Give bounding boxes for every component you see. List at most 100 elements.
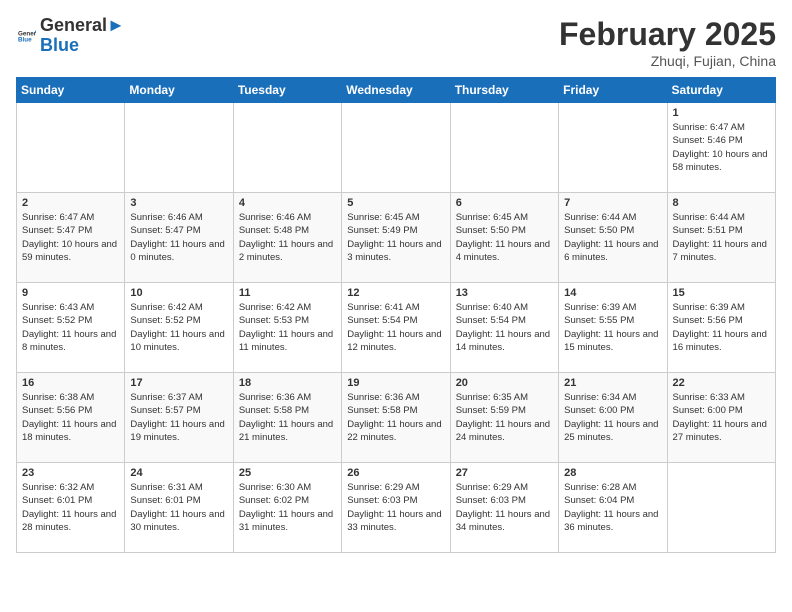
calendar-cell: 23Sunrise: 6:32 AM Sunset: 6:01 PM Dayli… xyxy=(17,463,125,553)
calendar-week-2: 2 Sunrise: 6:47 AM Sunset: 5:47 PM Daylig… xyxy=(17,193,776,283)
calendar-cell xyxy=(125,103,233,193)
calendar-cell: 5 Sunrise: 6:45 AM Sunset: 5:49 PM Daylig… xyxy=(342,193,450,283)
location: Zhuqi, Fujian, China xyxy=(559,53,776,69)
day-info: Sunrise: 6:35 AM Sunset: 5:59 PM Dayligh… xyxy=(456,391,553,444)
calendar-cell xyxy=(233,103,341,193)
calendar-cell: 18Sunrise: 6:36 AM Sunset: 5:58 PM Dayli… xyxy=(233,373,341,463)
calendar-cell: 26 Sunrise: 6:29 AM Sunset: 6:03 PM Dayli… xyxy=(342,463,450,553)
calendar-cell: 21 Sunrise: 6:34 AM Sunset: 6:00 PM Dayli… xyxy=(559,373,667,463)
day-info: Sunrise: 6:29 AM Sunset: 6:03 PM Dayligh… xyxy=(347,481,444,534)
day-number: 12 xyxy=(347,287,444,299)
calendar-cell: 9Sunrise: 6:43 AM Sunset: 5:52 PM Daylig… xyxy=(17,283,125,373)
calendar-cell xyxy=(342,103,450,193)
calendar-cell: 7 Sunrise: 6:44 AM Sunset: 5:50 PM Daylig… xyxy=(559,193,667,283)
calendar-cell xyxy=(667,463,775,553)
calendar-cell: 19 Sunrise: 6:36 AM Sunset: 5:58 PM Dayli… xyxy=(342,373,450,463)
calendar-cell: 22Sunrise: 6:33 AM Sunset: 6:00 PM Dayli… xyxy=(667,373,775,463)
calendar-cell: 4 Sunrise: 6:46 AM Sunset: 5:48 PM Daylig… xyxy=(233,193,341,283)
month-title: February 2025 xyxy=(559,16,776,53)
day-info: Sunrise: 6:40 AM Sunset: 5:54 PM Dayligh… xyxy=(456,301,553,354)
calendar-cell xyxy=(450,103,558,193)
day-info: Sunrise: 6:39 AM Sunset: 5:55 PM Dayligh… xyxy=(564,301,661,354)
calendar-cell: 6 Sunrise: 6:45 AM Sunset: 5:50 PM Daylig… xyxy=(450,193,558,283)
day-info: Sunrise: 6:44 AM Sunset: 5:50 PM Dayligh… xyxy=(564,211,661,264)
day-info: Sunrise: 6:46 AM Sunset: 5:47 PM Dayligh… xyxy=(130,211,227,264)
day-info: Sunrise: 6:34 AM Sunset: 6:00 PM Dayligh… xyxy=(564,391,661,444)
calendar-cell: 20 Sunrise: 6:35 AM Sunset: 5:59 PM Dayli… xyxy=(450,373,558,463)
day-number: 1 xyxy=(673,107,770,119)
day-info: Sunrise: 6:45 AM Sunset: 5:50 PM Dayligh… xyxy=(456,211,553,264)
day-number: 7 xyxy=(564,197,661,209)
day-number: 9 xyxy=(22,287,119,299)
day-number: 13 xyxy=(456,287,553,299)
calendar-week-1: 1 Sunrise: 6:47 AM Sunset: 5:46 PM Daylig… xyxy=(17,103,776,193)
day-number: 3 xyxy=(130,197,227,209)
day-info: Sunrise: 6:31 AM Sunset: 6:01 PM Dayligh… xyxy=(130,481,227,534)
day-info: Sunrise: 6:44 AM Sunset: 5:51 PM Dayligh… xyxy=(673,211,770,264)
calendar-header: SundayMondayTuesdayWednesdayThursdayFrid… xyxy=(17,78,776,103)
title-block: February 2025 Zhuqi, Fujian, China xyxy=(559,16,776,69)
day-number: 21 xyxy=(564,377,661,389)
day-number: 28 xyxy=(564,467,661,479)
day-info: Sunrise: 6:46 AM Sunset: 5:48 PM Dayligh… xyxy=(239,211,336,264)
weekday-header-sunday: Sunday xyxy=(17,78,125,103)
day-info: Sunrise: 6:47 AM Sunset: 5:47 PM Dayligh… xyxy=(22,211,119,264)
day-number: 25 xyxy=(239,467,336,479)
day-number: 16 xyxy=(22,377,119,389)
calendar-cell xyxy=(17,103,125,193)
day-number: 19 xyxy=(347,377,444,389)
day-info: Sunrise: 6:36 AM Sunset: 5:58 PM Dayligh… xyxy=(347,391,444,444)
day-info: Sunrise: 6:38 AM Sunset: 5:56 PM Dayligh… xyxy=(22,391,119,444)
calendar-cell: 27 Sunrise: 6:29 AM Sunset: 6:03 PM Dayli… xyxy=(450,463,558,553)
weekday-header-tuesday: Tuesday xyxy=(233,78,341,103)
calendar-cell: 25 Sunrise: 6:30 AM Sunset: 6:02 PM Dayli… xyxy=(233,463,341,553)
calendar-week-4: 16 Sunrise: 6:38 AM Sunset: 5:56 PM Dayli… xyxy=(17,373,776,463)
day-info: Sunrise: 6:47 AM Sunset: 5:46 PM Dayligh… xyxy=(673,121,770,174)
day-info: Sunrise: 6:30 AM Sunset: 6:02 PM Dayligh… xyxy=(239,481,336,534)
day-info: Sunrise: 6:41 AM Sunset: 5:54 PM Dayligh… xyxy=(347,301,444,354)
calendar-cell: 1 Sunrise: 6:47 AM Sunset: 5:46 PM Daylig… xyxy=(667,103,775,193)
calendar-cell: 3 Sunrise: 6:46 AM Sunset: 5:47 PM Daylig… xyxy=(125,193,233,283)
day-info: Sunrise: 6:42 AM Sunset: 5:52 PM Dayligh… xyxy=(130,301,227,354)
calendar-cell: 15 Sunrise: 6:39 AM Sunset: 5:56 PM Dayli… xyxy=(667,283,775,373)
calendar-table: SundayMondayTuesdayWednesdayThursdayFrid… xyxy=(16,77,776,553)
calendar-cell xyxy=(559,103,667,193)
weekday-header-wednesday: Wednesday xyxy=(342,78,450,103)
day-number: 17 xyxy=(130,377,227,389)
weekday-header-friday: Friday xyxy=(559,78,667,103)
day-number: 10 xyxy=(130,287,227,299)
calendar-cell: 11Sunrise: 6:42 AM Sunset: 5:53 PM Dayli… xyxy=(233,283,341,373)
weekday-header-monday: Monday xyxy=(125,78,233,103)
calendar-cell: 24 Sunrise: 6:31 AM Sunset: 6:01 PM Dayli… xyxy=(125,463,233,553)
day-info: Sunrise: 6:39 AM Sunset: 5:56 PM Dayligh… xyxy=(673,301,770,354)
day-number: 6 xyxy=(456,197,553,209)
day-number: 20 xyxy=(456,377,553,389)
calendar-cell: 2 Sunrise: 6:47 AM Sunset: 5:47 PM Daylig… xyxy=(17,193,125,283)
day-number: 15 xyxy=(673,287,770,299)
calendar-cell: 14 Sunrise: 6:39 AM Sunset: 5:55 PM Dayli… xyxy=(559,283,667,373)
day-number: 14 xyxy=(564,287,661,299)
calendar-cell: 17Sunrise: 6:37 AM Sunset: 5:57 PM Dayli… xyxy=(125,373,233,463)
day-number: 22 xyxy=(673,377,770,389)
calendar-cell: 28Sunrise: 6:28 AM Sunset: 6:04 PM Dayli… xyxy=(559,463,667,553)
day-number: 27 xyxy=(456,467,553,479)
calendar-cell: 16 Sunrise: 6:38 AM Sunset: 5:56 PM Dayli… xyxy=(17,373,125,463)
day-number: 2 xyxy=(22,197,119,209)
day-info: Sunrise: 6:32 AM Sunset: 6:01 PM Dayligh… xyxy=(22,481,119,534)
day-info: Sunrise: 6:45 AM Sunset: 5:49 PM Dayligh… xyxy=(347,211,444,264)
day-number: 24 xyxy=(130,467,227,479)
day-number: 26 xyxy=(347,467,444,479)
calendar-cell: 10 Sunrise: 6:42 AM Sunset: 5:52 PM Dayli… xyxy=(125,283,233,373)
day-number: 8 xyxy=(673,197,770,209)
day-number: 5 xyxy=(347,197,444,209)
calendar-cell: 13 Sunrise: 6:40 AM Sunset: 5:54 PM Dayli… xyxy=(450,283,558,373)
day-number: 18 xyxy=(239,377,336,389)
day-number: 4 xyxy=(239,197,336,209)
logo: General Blue General► Blue xyxy=(16,16,125,56)
calendar-cell: 12 Sunrise: 6:41 AM Sunset: 5:54 PM Dayli… xyxy=(342,283,450,373)
calendar-cell: 8 Sunrise: 6:44 AM Sunset: 5:51 PM Daylig… xyxy=(667,193,775,283)
day-info: Sunrise: 6:29 AM Sunset: 6:03 PM Dayligh… xyxy=(456,481,553,534)
calendar-week-5: 23Sunrise: 6:32 AM Sunset: 6:01 PM Dayli… xyxy=(17,463,776,553)
weekday-header-thursday: Thursday xyxy=(450,78,558,103)
day-number: 11 xyxy=(239,287,336,299)
